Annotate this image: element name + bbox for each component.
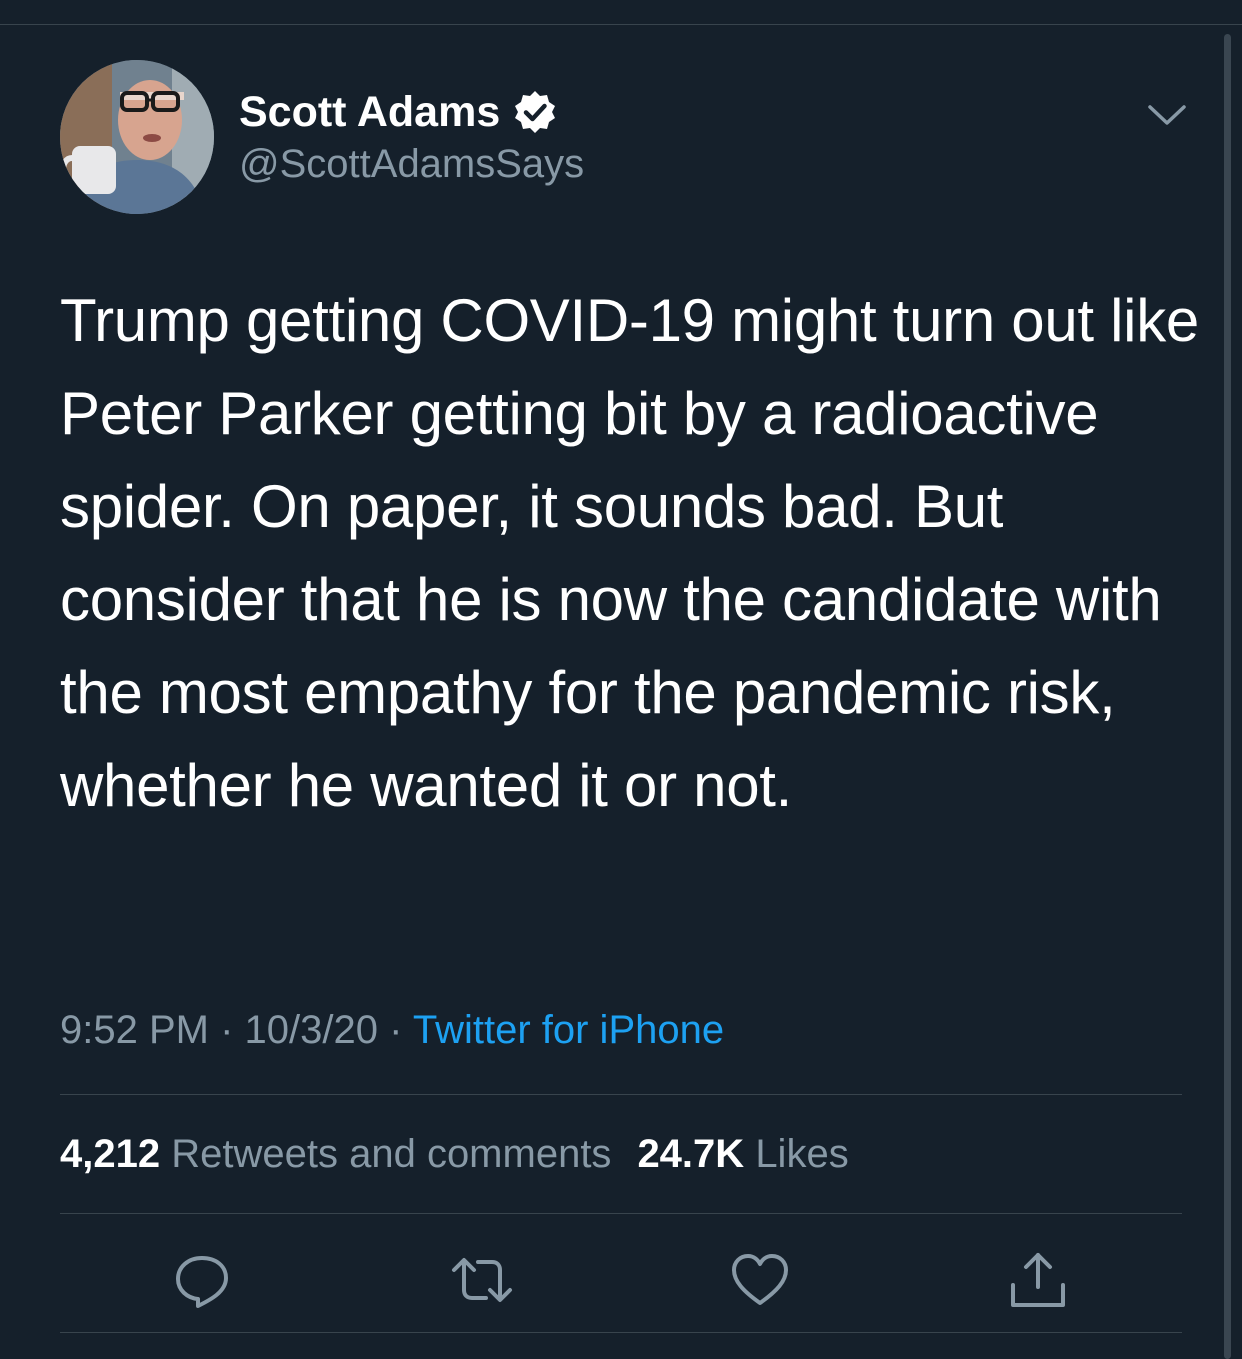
divider	[60, 1213, 1182, 1214]
author-name[interactable]: Scott Adams	[239, 88, 500, 136]
likes-stat[interactable]: 24.7K Likes	[637, 1132, 848, 1176]
retweets-label: Retweets and comments	[171, 1132, 612, 1176]
tweet-stats: 4,212 Retweets and comments 24.7K Likes	[60, 1128, 849, 1180]
meta-separator: ·	[389, 1008, 403, 1052]
tweet-date: 10/3/20	[244, 1008, 379, 1052]
chevron-down-icon[interactable]	[1146, 100, 1188, 130]
retweets-stat[interactable]: 4,212 Retweets and comments	[60, 1132, 611, 1176]
tweet-meta: 9:52 PM · 10/3/20 · Twitter for iPhone	[60, 1004, 724, 1056]
reply-icon	[176, 1256, 228, 1308]
likes-label: Likes	[755, 1132, 849, 1176]
heart-icon	[732, 1254, 788, 1305]
share-button[interactable]	[1006, 1248, 1070, 1312]
tweet-text: Trump getting COVID-19 might turn out li…	[60, 287, 1199, 819]
retweets-count: 4,212	[60, 1132, 161, 1176]
author-handle[interactable]: @ScottAdamsSays	[239, 140, 584, 188]
retweet-icon	[452, 1258, 512, 1302]
tweet-source-link[interactable]: Twitter for iPhone	[413, 1008, 724, 1052]
share-icon	[1011, 1253, 1065, 1307]
scrollbar[interactable]	[1224, 34, 1231, 1359]
reply-button[interactable]	[170, 1248, 234, 1312]
meta-separator: ·	[220, 1008, 234, 1052]
tweet-time: 9:52 PM	[60, 1008, 209, 1052]
top-divider	[0, 24, 1242, 25]
likes-count: 24.7K	[637, 1132, 745, 1176]
author-row: Scott Adams	[239, 88, 558, 136]
divider	[60, 1094, 1182, 1095]
avatar[interactable]	[60, 60, 214, 214]
divider	[60, 1332, 1182, 1333]
retweet-button[interactable]	[450, 1248, 514, 1312]
verified-badge-icon	[515, 91, 556, 133]
like-button[interactable]	[728, 1248, 792, 1312]
